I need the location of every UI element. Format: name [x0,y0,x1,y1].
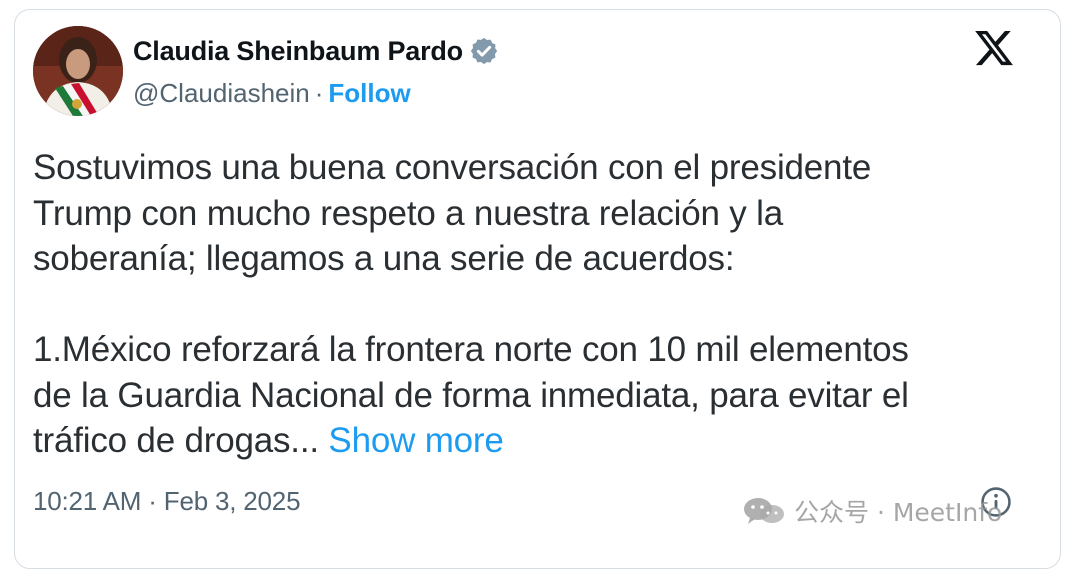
tweet-line: Sostuvimos una buena conversación con el… [33,148,872,187]
author-name[interactable]: Claudia Sheinbaum Pardo [133,36,463,67]
tweet-paragraph-1: Sostuvimos una buena conversación con el… [33,145,1033,282]
tweet-timestamp[interactable]: 10:21 AM · Feb 3, 2025 [33,486,301,517]
handle-row: @Claudiashein · Follow [133,76,411,110]
wechat-logo-icon [742,496,786,526]
watermark-text: 公众号 · MeetInfo [794,498,1003,527]
tweet-line: de la Guardia Nacional de forma inmediat… [33,375,909,415]
tweet-line: soberanía; llegamos a una serie de acuer… [33,239,735,278]
avatar-image [33,26,123,116]
tweet-line: tráfico de drogas... [33,421,319,460]
separator-dot: · [314,77,324,108]
verified-badge-icon [469,36,499,66]
tweet-line: 1.México reforzará la frontera norte con… [33,330,909,369]
avatar[interactable] [33,26,123,116]
show-more-link[interactable]: Show more [328,421,503,460]
author-handle[interactable]: @Claudiashein [133,78,310,109]
author-row: Claudia Sheinbaum Pardo [133,33,499,69]
follow-button[interactable]: Follow [328,78,410,109]
tweet-paragraph-2: 1.México reforzará la frontera norte con… [33,327,1033,464]
x-logo-icon[interactable] [973,27,1015,69]
tweet-line: Trump con mucho respeto a nuestra relaci… [33,193,783,233]
watermark: 公众号 · MeetInfo [742,493,1002,529]
tweet-text: Sostuvimos una buena conversación con el… [33,145,1033,464]
